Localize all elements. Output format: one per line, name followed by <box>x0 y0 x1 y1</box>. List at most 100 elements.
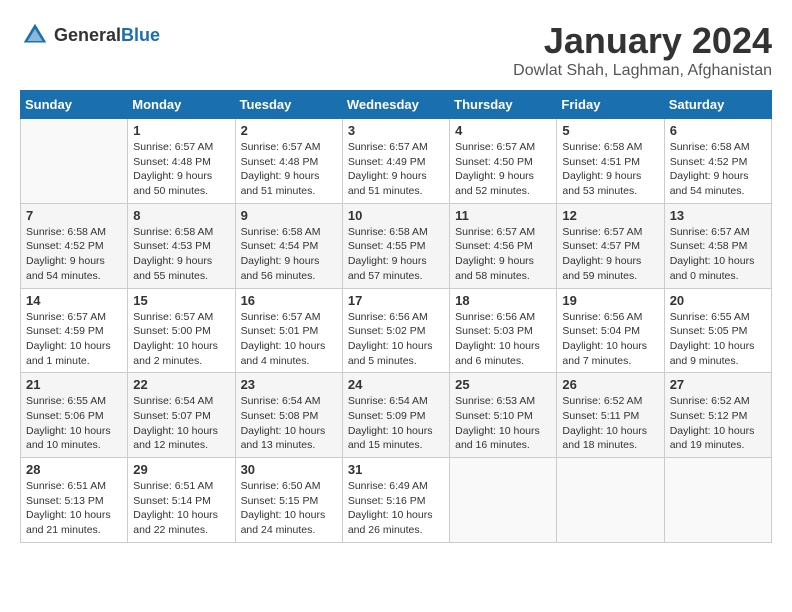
calendar-cell <box>21 119 128 204</box>
day-info: Sunrise: 6:57 AM Sunset: 4:58 PM Dayligh… <box>670 225 766 284</box>
day-info: Sunrise: 6:57 AM Sunset: 5:00 PM Dayligh… <box>133 310 229 369</box>
calendar-cell: 17 Sunrise: 6:56 AM Sunset: 5:02 PM Dayli… <box>342 288 449 373</box>
calendar-cell: 28 Sunrise: 6:51 AM Sunset: 5:13 PM Dayli… <box>21 458 128 543</box>
day-info: Sunrise: 6:52 AM Sunset: 5:11 PM Dayligh… <box>562 394 658 453</box>
location-title: Dowlat Shah, Laghman, Afghanistan <box>513 62 772 80</box>
calendar-week-2: 7 Sunrise: 6:58 AM Sunset: 4:52 PM Daylig… <box>21 203 772 288</box>
calendar-table: SundayMondayTuesdayWednesdayThursdayFrid… <box>20 90 772 543</box>
calendar-cell: 27 Sunrise: 6:52 AM Sunset: 5:12 PM Dayli… <box>664 373 771 458</box>
day-number: 7 <box>26 208 122 223</box>
calendar-cell: 30 Sunrise: 6:50 AM Sunset: 5:15 PM Dayli… <box>235 458 342 543</box>
day-info: Sunrise: 6:53 AM Sunset: 5:10 PM Dayligh… <box>455 394 551 453</box>
day-number: 6 <box>670 123 766 138</box>
day-number: 24 <box>348 377 444 392</box>
logo-text-general: General <box>54 25 121 46</box>
calendar-week-5: 28 Sunrise: 6:51 AM Sunset: 5:13 PM Dayli… <box>21 458 772 543</box>
logo-text-blue: Blue <box>121 25 160 46</box>
logo-icon <box>20 20 50 50</box>
day-info: Sunrise: 6:52 AM Sunset: 5:12 PM Dayligh… <box>670 394 766 453</box>
day-info: Sunrise: 6:58 AM Sunset: 4:53 PM Dayligh… <box>133 225 229 284</box>
day-info: Sunrise: 6:57 AM Sunset: 4:59 PM Dayligh… <box>26 310 122 369</box>
day-info: Sunrise: 6:57 AM Sunset: 4:56 PM Dayligh… <box>455 225 551 284</box>
calendar-cell: 14 Sunrise: 6:57 AM Sunset: 4:59 PM Dayli… <box>21 288 128 373</box>
day-number: 14 <box>26 293 122 308</box>
day-info: Sunrise: 6:54 AM Sunset: 5:09 PM Dayligh… <box>348 394 444 453</box>
day-info: Sunrise: 6:57 AM Sunset: 4:50 PM Dayligh… <box>455 140 551 199</box>
day-info: Sunrise: 6:58 AM Sunset: 4:52 PM Dayligh… <box>26 225 122 284</box>
day-info: Sunrise: 6:57 AM Sunset: 4:48 PM Dayligh… <box>241 140 337 199</box>
month-title: January 2024 <box>513 20 772 62</box>
calendar-cell: 19Sunrise: 6:56 AM Sunset: 5:04 PM Dayli… <box>557 288 664 373</box>
calendar-header-row: SundayMondayTuesdayWednesdayThursdayFrid… <box>21 91 772 119</box>
calendar-cell: 26Sunrise: 6:52 AM Sunset: 5:11 PM Dayli… <box>557 373 664 458</box>
day-number: 3 <box>348 123 444 138</box>
day-number: 20 <box>670 293 766 308</box>
day-number: 13 <box>670 208 766 223</box>
day-info: Sunrise: 6:51 AM Sunset: 5:14 PM Dayligh… <box>133 479 229 538</box>
day-info: Sunrise: 6:58 AM Sunset: 4:51 PM Dayligh… <box>562 140 658 199</box>
calendar-week-3: 14 Sunrise: 6:57 AM Sunset: 4:59 PM Dayli… <box>21 288 772 373</box>
day-info: Sunrise: 6:58 AM Sunset: 4:54 PM Dayligh… <box>241 225 337 284</box>
day-number: 21 <box>26 377 122 392</box>
page-header: General Blue January 2024 Dowlat Shah, L… <box>20 20 772 80</box>
calendar-cell: 23Sunrise: 6:54 AM Sunset: 5:08 PM Dayli… <box>235 373 342 458</box>
col-header-tuesday: Tuesday <box>235 91 342 119</box>
calendar-cell: 7 Sunrise: 6:58 AM Sunset: 4:52 PM Daylig… <box>21 203 128 288</box>
day-info: Sunrise: 6:57 AM Sunset: 4:49 PM Dayligh… <box>348 140 444 199</box>
calendar-cell: 22 Sunrise: 6:54 AM Sunset: 5:07 PM Dayli… <box>128 373 235 458</box>
day-number: 8 <box>133 208 229 223</box>
calendar-cell: 15 Sunrise: 6:57 AM Sunset: 5:00 PM Dayli… <box>128 288 235 373</box>
day-number: 17 <box>348 293 444 308</box>
day-number: 5 <box>562 123 658 138</box>
day-info: Sunrise: 6:54 AM Sunset: 5:07 PM Dayligh… <box>133 394 229 453</box>
day-info: Sunrise: 6:55 AM Sunset: 5:06 PM Dayligh… <box>26 394 122 453</box>
day-number: 18 <box>455 293 551 308</box>
day-info: Sunrise: 6:56 AM Sunset: 5:02 PM Dayligh… <box>348 310 444 369</box>
col-header-saturday: Saturday <box>664 91 771 119</box>
day-info: Sunrise: 6:57 AM Sunset: 4:57 PM Dayligh… <box>562 225 658 284</box>
calendar-cell: 11 Sunrise: 6:57 AM Sunset: 4:56 PM Dayli… <box>450 203 557 288</box>
calendar-cell: 6 Sunrise: 6:58 AM Sunset: 4:52 PM Daylig… <box>664 119 771 204</box>
day-number: 23 <box>241 377 337 392</box>
day-number: 22 <box>133 377 229 392</box>
calendar-cell <box>557 458 664 543</box>
day-info: Sunrise: 6:57 AM Sunset: 5:01 PM Dayligh… <box>241 310 337 369</box>
day-number: 11 <box>455 208 551 223</box>
title-block: January 2024 Dowlat Shah, Laghman, Afgha… <box>513 20 772 80</box>
calendar-cell: 8 Sunrise: 6:58 AM Sunset: 4:53 PM Daylig… <box>128 203 235 288</box>
day-info: Sunrise: 6:58 AM Sunset: 4:52 PM Dayligh… <box>670 140 766 199</box>
day-info: Sunrise: 6:56 AM Sunset: 5:04 PM Dayligh… <box>562 310 658 369</box>
logo: General Blue <box>20 20 160 50</box>
day-number: 4 <box>455 123 551 138</box>
day-number: 16 <box>241 293 337 308</box>
col-header-thursday: Thursday <box>450 91 557 119</box>
day-number: 10 <box>348 208 444 223</box>
calendar-cell: 9 Sunrise: 6:58 AM Sunset: 4:54 PM Daylig… <box>235 203 342 288</box>
day-number: 31 <box>348 462 444 477</box>
calendar-cell: 13 Sunrise: 6:57 AM Sunset: 4:58 PM Dayli… <box>664 203 771 288</box>
calendar-cell: 3 Sunrise: 6:57 AM Sunset: 4:49 PM Daylig… <box>342 119 449 204</box>
day-info: Sunrise: 6:57 AM Sunset: 4:48 PM Dayligh… <box>133 140 229 199</box>
calendar-cell: 25Sunrise: 6:53 AM Sunset: 5:10 PM Dayli… <box>450 373 557 458</box>
calendar-cell: 18 Sunrise: 6:56 AM Sunset: 5:03 PM Dayli… <box>450 288 557 373</box>
day-number: 28 <box>26 462 122 477</box>
calendar-cell: 12Sunrise: 6:57 AM Sunset: 4:57 PM Dayli… <box>557 203 664 288</box>
calendar-cell: 31Sunrise: 6:49 AM Sunset: 5:16 PM Dayli… <box>342 458 449 543</box>
day-number: 1 <box>133 123 229 138</box>
calendar-cell <box>450 458 557 543</box>
day-info: Sunrise: 6:51 AM Sunset: 5:13 PM Dayligh… <box>26 479 122 538</box>
calendar-cell: 20Sunrise: 6:55 AM Sunset: 5:05 PM Dayli… <box>664 288 771 373</box>
calendar-cell <box>664 458 771 543</box>
day-number: 9 <box>241 208 337 223</box>
col-header-wednesday: Wednesday <box>342 91 449 119</box>
day-info: Sunrise: 6:56 AM Sunset: 5:03 PM Dayligh… <box>455 310 551 369</box>
day-number: 15 <box>133 293 229 308</box>
calendar-cell: 29Sunrise: 6:51 AM Sunset: 5:14 PM Dayli… <box>128 458 235 543</box>
day-number: 30 <box>241 462 337 477</box>
day-info: Sunrise: 6:50 AM Sunset: 5:15 PM Dayligh… <box>241 479 337 538</box>
calendar-week-1: 1 Sunrise: 6:57 AM Sunset: 4:48 PM Daylig… <box>21 119 772 204</box>
day-info: Sunrise: 6:58 AM Sunset: 4:55 PM Dayligh… <box>348 225 444 284</box>
day-number: 27 <box>670 377 766 392</box>
calendar-cell: 10 Sunrise: 6:58 AM Sunset: 4:55 PM Dayli… <box>342 203 449 288</box>
calendar-cell: 21 Sunrise: 6:55 AM Sunset: 5:06 PM Dayli… <box>21 373 128 458</box>
